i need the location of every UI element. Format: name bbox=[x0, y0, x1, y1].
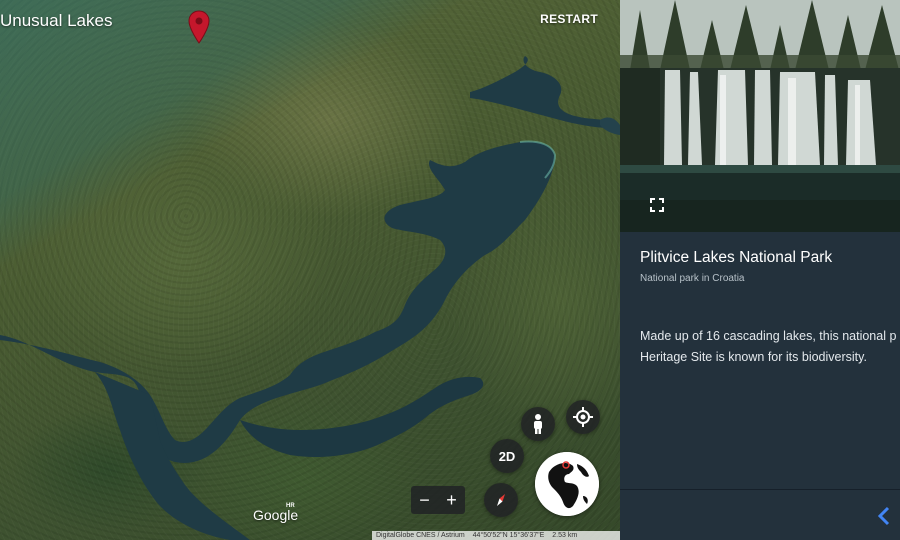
fullscreen-icon[interactable] bbox=[650, 198, 664, 212]
coordinates-readout: 44°50'52"N 15°36'37"E bbox=[472, 532, 545, 539]
place-subtitle: National park in Croatia bbox=[640, 273, 745, 284]
compass-button[interactable] bbox=[484, 483, 518, 517]
lake-water bbox=[0, 56, 620, 540]
street-view-button[interactable] bbox=[521, 407, 555, 441]
globe-button[interactable] bbox=[535, 452, 599, 516]
my-location-icon bbox=[573, 407, 593, 427]
description-line: Made up of 16 cascading lakes, this nati… bbox=[640, 329, 897, 343]
place-description: Made up of 16 cascading lakes, this nati… bbox=[640, 326, 900, 368]
place-photo bbox=[620, 0, 900, 232]
google-logo: Google bbox=[253, 507, 299, 523]
place-title: Plitvice Lakes National Park bbox=[640, 249, 833, 266]
chevron-left-icon[interactable] bbox=[876, 506, 892, 526]
my-location-button[interactable] bbox=[566, 400, 600, 434]
globe-icon bbox=[535, 452, 599, 516]
map-attribution: DigitalGlobe CNES / Astrium 44°50'52"N 1… bbox=[372, 531, 620, 540]
description-line: Heritage Site is known for its biodivers… bbox=[640, 350, 867, 364]
person-icon bbox=[534, 414, 542, 434]
2d-toggle-button[interactable]: 2D bbox=[490, 439, 524, 473]
imagery-providers[interactable]: DigitalGlobe CNES / Astrium bbox=[376, 532, 465, 539]
map-pin-icon[interactable] bbox=[188, 10, 210, 44]
zoom-out-button[interactable]: − bbox=[411, 486, 438, 514]
region-code: HR bbox=[286, 503, 295, 509]
compass-icon bbox=[497, 494, 505, 506]
scale-readout[interactable]: 2.53 km bbox=[552, 532, 577, 539]
info-panel: Plitvice Lakes National Park National pa… bbox=[620, 0, 900, 540]
zoom-in-button[interactable]: + bbox=[438, 486, 465, 514]
zoom-controls: − + bbox=[411, 486, 465, 514]
satellite-map[interactable]: Unusual Lakes RESTART 2D − + Google HR D… bbox=[0, 0, 620, 540]
restart-button[interactable]: RESTART bbox=[540, 12, 598, 26]
panel-divider bbox=[620, 489, 900, 490]
app-title: Unusual Lakes bbox=[0, 11, 113, 30]
